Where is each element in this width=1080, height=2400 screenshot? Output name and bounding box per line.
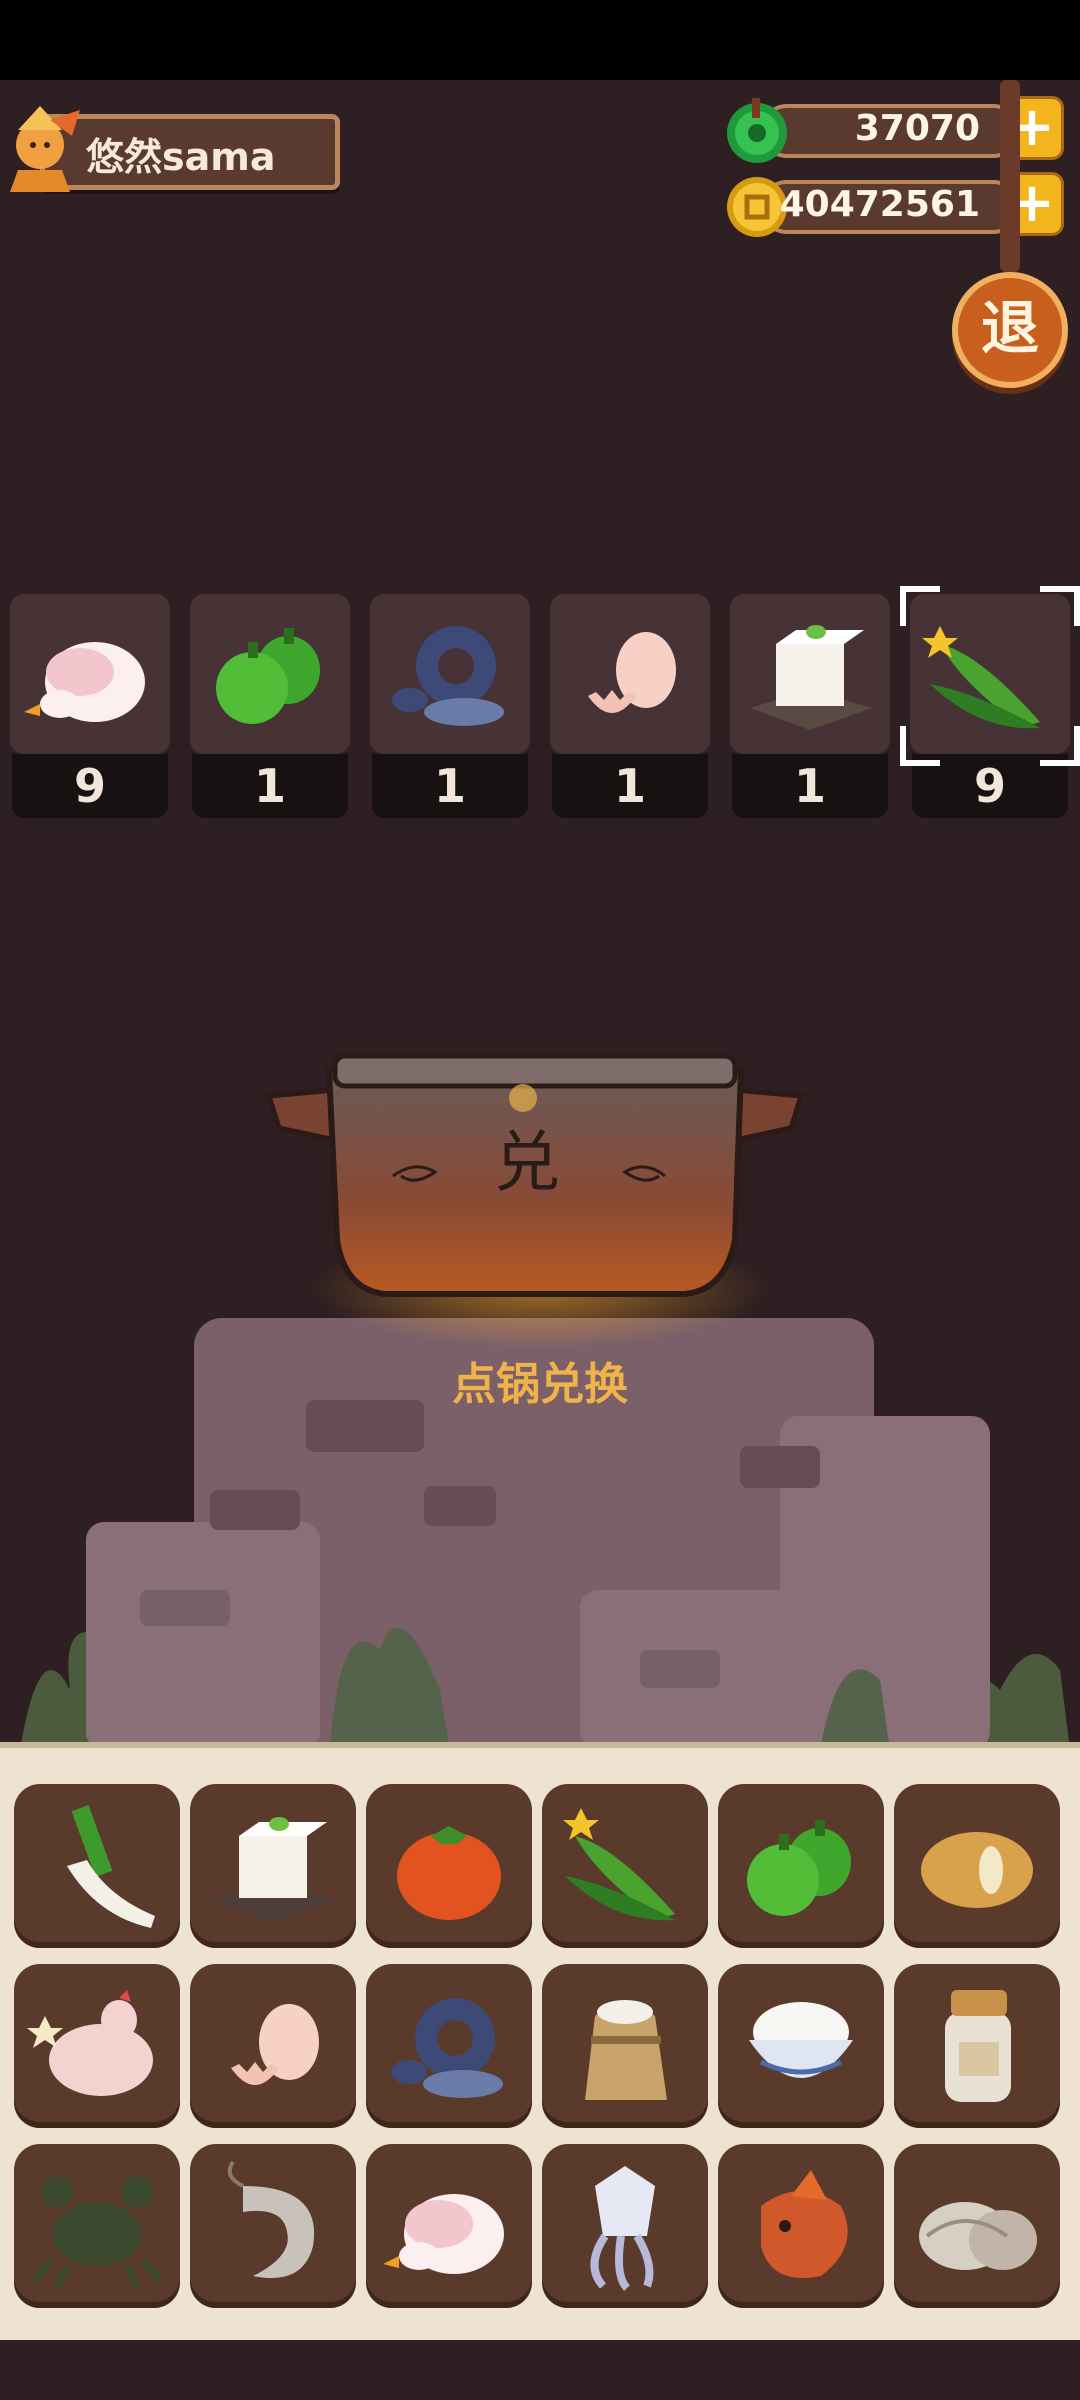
green-pepper-icon <box>216 628 320 724</box>
inventory-slot-tomato[interactable] <box>366 1784 532 1948</box>
jade-value: 37070 <box>854 108 980 149</box>
chicken-icon <box>27 1990 153 2096</box>
coin-value: 40472561 <box>779 184 980 225</box>
crab-icon <box>32 2176 162 2290</box>
leek-icon <box>67 1805 155 1928</box>
clam-icon <box>919 2202 1037 2270</box>
pot-hint-label: 点锅兑换 <box>452 1359 628 1410</box>
selection-bracket <box>900 726 940 766</box>
eel-fish-icon <box>391 1998 503 2098</box>
exchange-pot[interactable]: 兑 <box>265 1040 805 1310</box>
item-count: 1 <box>372 754 528 818</box>
tomato-icon <box>397 1826 501 1920</box>
shrimp-icon <box>227 2160 315 2278</box>
selected-item-tofu[interactable]: 1 <box>730 594 890 818</box>
selected-item-egg[interactable]: 1 <box>550 594 710 818</box>
inventory-slot-goose[interactable] <box>366 2144 532 2308</box>
selection-bracket <box>900 586 940 626</box>
inventory-slot-cucumber[interactable] <box>542 1784 708 1948</box>
squid-icon <box>590 2166 655 2291</box>
inventory-slot-leek[interactable] <box>14 1784 180 1948</box>
selected-item-cucumber[interactable]: 9 <box>910 594 1070 818</box>
player-avatar-icon <box>10 106 80 192</box>
selected-item-eel-fish[interactable]: 1 <box>370 594 530 818</box>
egg-icon <box>588 632 676 713</box>
jar-icon <box>945 1990 1011 2102</box>
item-count: 1 <box>732 754 888 818</box>
exit-button[interactable]: 退 <box>952 272 1068 388</box>
cucumber-icon <box>922 626 1040 729</box>
pot-character: 兑 <box>494 1124 560 1201</box>
tofu-icon <box>750 625 872 730</box>
inventory-slot-clam[interactable] <box>894 2144 1060 2308</box>
item-count: 1 <box>192 754 348 818</box>
green-pepper-icon <box>747 1820 851 1916</box>
rice-bowl-icon <box>749 2002 853 2078</box>
inventory-slot-rice-bowl[interactable] <box>718 1964 884 2128</box>
inventory-panel <box>0 1742 1080 2340</box>
tofu-icon <box>213 1817 335 1922</box>
carp-icon <box>761 2170 848 2278</box>
selection-bracket <box>1040 586 1080 626</box>
inventory-slot-crab[interactable] <box>14 2144 180 2308</box>
inventory-slot-chicken[interactable] <box>14 1964 180 2128</box>
inventory-slot-squid[interactable] <box>542 2144 708 2308</box>
inventory-slot-tofu[interactable] <box>190 1784 356 1948</box>
inventory-slot-potato[interactable] <box>894 1784 1060 1948</box>
flour-sack-icon <box>585 2000 667 2100</box>
inventory-slot-eel-fish[interactable] <box>366 1964 532 2128</box>
jade-icon <box>727 98 787 163</box>
inventory-slot-carp[interactable] <box>718 2144 884 2308</box>
selection-bracket <box>1040 726 1080 766</box>
status-bar <box>0 0 1080 80</box>
bottom-strip <box>0 2340 1080 2400</box>
goose-icon <box>383 2194 504 2274</box>
inventory-slot-jar[interactable] <box>894 1964 1060 2128</box>
player-badge[interactable]: 悠然sama <box>0 100 350 200</box>
item-count: 1 <box>552 754 708 818</box>
selected-item-green-pepper[interactable]: 1 <box>190 594 350 818</box>
goose-icon <box>24 642 145 722</box>
inventory-slot-green-pepper[interactable] <box>718 1784 884 1948</box>
potato-icon <box>921 1832 1033 1908</box>
player-name: 悠然sama <box>86 135 276 179</box>
inventory-slot-shrimp[interactable] <box>190 2144 356 2308</box>
egg-icon <box>231 2004 319 2085</box>
cucumber-icon <box>563 1808 675 1921</box>
inventory-slot-egg[interactable] <box>190 1964 356 2128</box>
selected-item-goose[interactable]: 9 <box>10 594 170 818</box>
item-count: 9 <box>12 754 168 818</box>
eel-fish-icon <box>392 626 504 726</box>
exit-rope <box>1000 80 1020 272</box>
inventory-slot-flour-sack[interactable] <box>542 1964 708 2128</box>
